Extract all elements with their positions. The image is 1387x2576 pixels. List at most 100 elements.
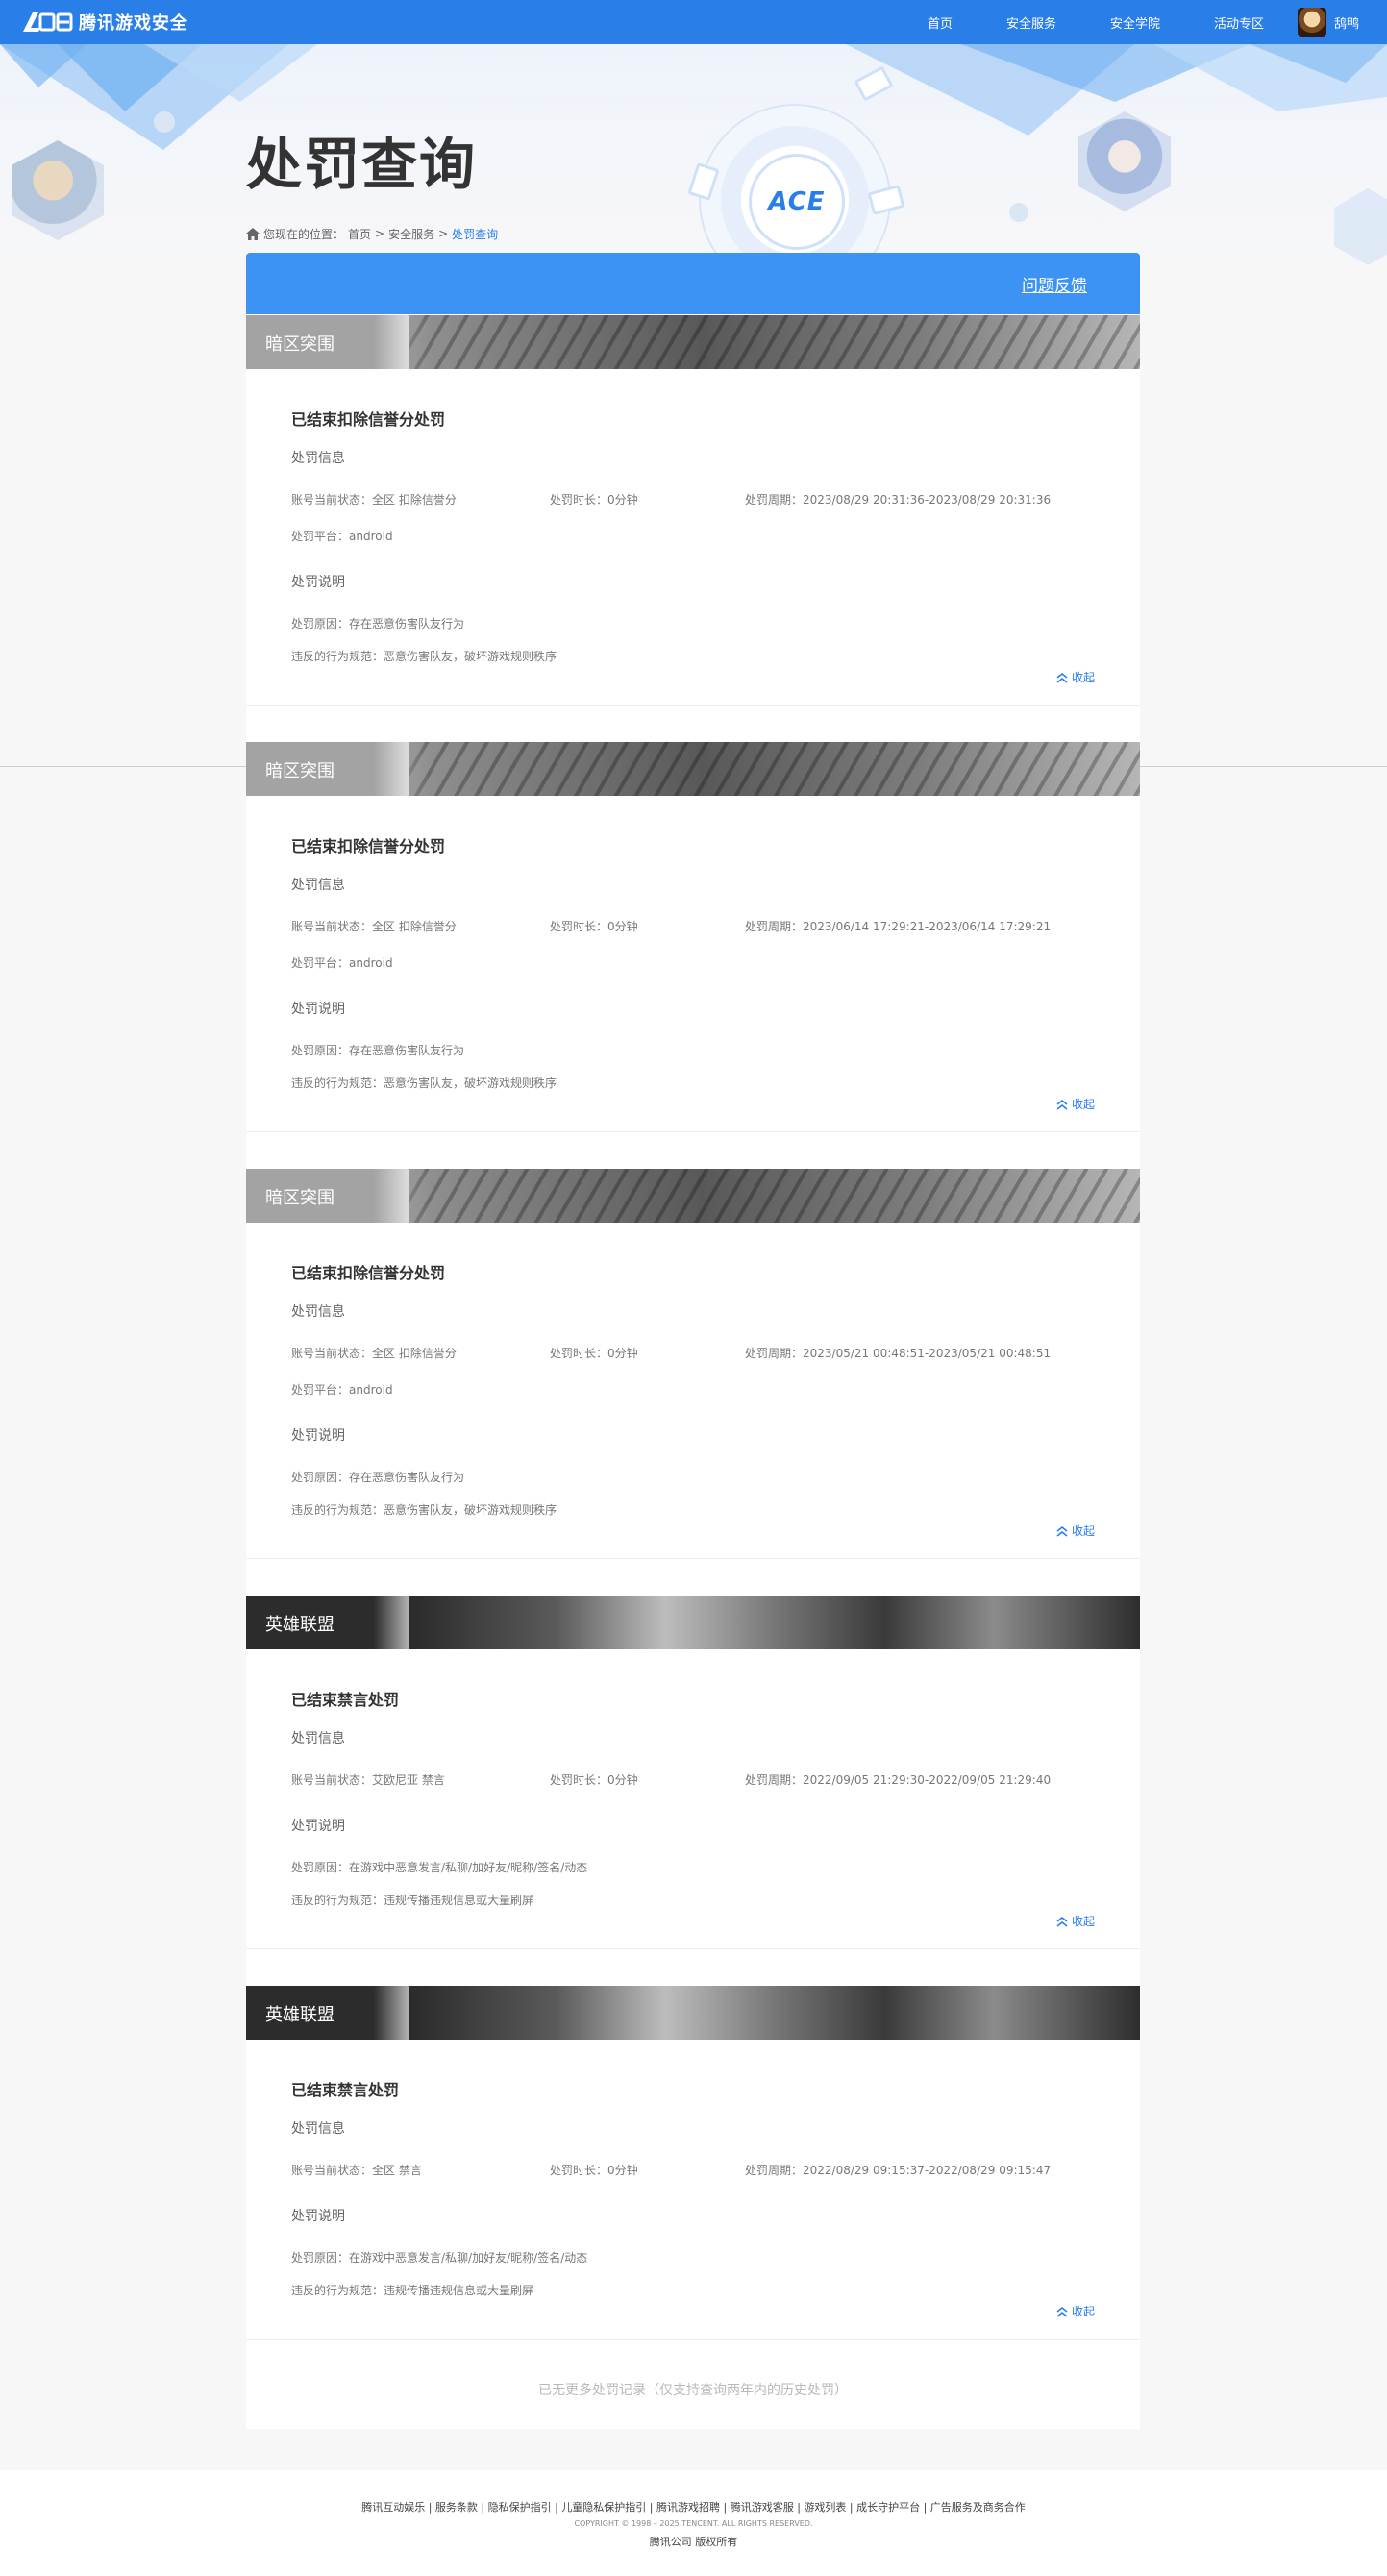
duration-label: 处罚时长： <box>550 1773 608 1787</box>
penalty-period: 处罚周期：2023/05/21 00:48:51-2023/05/21 00:4… <box>745 1345 1051 1361</box>
duration-label: 处罚时长： <box>550 1347 608 1360</box>
reason-value: 存在恶意伤害队友行为 <box>349 617 465 631</box>
collapse-button[interactable]: 收起 <box>1055 1096 1095 1112</box>
record-card: 英雄联盟 已结束禁言处罚 处罚信息 账号当前状态：艾欧尼亚 禁言 处罚时长：0分钟 处罚… <box>246 1596 1140 1949</box>
rule-label: 违反的行为规范： <box>291 650 384 663</box>
info-section-heading: 处罚信息 <box>291 2121 345 2137</box>
desc-section-heading: 处罚说明 <box>291 575 345 590</box>
collapse-button[interactable]: 收起 <box>1055 669 1095 685</box>
hero-background-shapes <box>0 44 1387 150</box>
reason-label: 处罚原因： <box>291 1471 350 1484</box>
rule-value: 违规传播违规信息或大量刷屏 <box>384 1894 534 1907</box>
period-value: 2022/09/05 21:29:30-2022/09/05 21:29:40 <box>803 1773 1052 1787</box>
breadcrumb-separator: > <box>375 227 385 240</box>
feedback-button[interactable]: 问题反馈 <box>1022 272 1087 296</box>
desc-section-heading: 处罚说明 <box>291 1428 345 1444</box>
platform-label: 处罚平台： <box>291 1383 350 1397</box>
collapse-button[interactable]: 收起 <box>1055 1523 1095 1539</box>
status-value: 全区 扣除信誉分 <box>372 493 457 507</box>
duration-label: 处罚时长： <box>550 920 608 933</box>
account-status: 账号当前状态：全区 扣除信誉分 <box>291 918 457 934</box>
info-section-heading: 处罚信息 <box>291 878 345 893</box>
nav-link-home[interactable]: 首页 <box>928 13 953 32</box>
chevron-up-double-icon <box>1055 1525 1069 1537</box>
reason-value: 在游戏中恶意发言/私聊/加好友/昵称/签名/动态 <box>349 2251 588 2265</box>
collapse-button[interactable]: 收起 <box>1055 2303 1095 2319</box>
status-value: 全区 禁言 <box>372 2164 422 2177</box>
rule-value: 恶意伤害队友，破坏游戏规则秩序 <box>384 1503 557 1517</box>
record-card: 暗区突围 已结束扣除信誉分处罚 处罚信息 账号当前状态：全区 扣除信誉分 处罚时长：0… <box>246 1169 1140 1559</box>
info-section-heading: 处罚信息 <box>291 451 345 466</box>
game-banner-image <box>409 1986 1140 2040</box>
breadcrumb-security-service[interactable]: 安全服务 <box>388 226 434 242</box>
desc-section-heading: 处罚说明 <box>291 2209 345 2224</box>
game-banner-image <box>409 742 1140 796</box>
status-label: 账号当前状态： <box>291 2164 373 2177</box>
penalty-duration: 处罚时长：0分钟 <box>550 491 638 508</box>
penalty-platform: 处罚平台：android <box>291 1381 393 1398</box>
penalty-title: 已结束禁言处罚 <box>291 1691 400 1709</box>
nav-link-security-service[interactable]: 安全服务 <box>1006 13 1056 32</box>
breadcrumb-home[interactable]: 首页 <box>348 226 371 242</box>
record-card: 暗区突围 已结束扣除信誉分处罚 处罚信息 账号当前状态：全区 扣除信誉分 处罚时长：0… <box>246 742 1140 1132</box>
collapse-button[interactable]: 收起 <box>1055 1913 1095 1929</box>
avatar <box>1298 8 1326 37</box>
period-value: 2023/06/14 17:29:21-2023/06/14 17:29:21 <box>803 920 1052 933</box>
breadcrumb-separator: > <box>438 227 449 240</box>
period-label: 处罚周期： <box>745 493 804 507</box>
record-card: 英雄联盟 已结束禁言处罚 处罚信息账号当前状态：全区 禁言 处罚时长：0分钟 处罚周期… <box>246 1986 1140 2340</box>
record-divider <box>246 2339 1140 2340</box>
nav-link-events[interactable]: 活动专区 <box>1214 13 1264 32</box>
ace-emblem-text: ACE <box>768 187 826 216</box>
game-name: 英雄联盟 <box>265 1615 334 1635</box>
platform-value: android <box>349 1383 393 1397</box>
violated-rule: 违反的行为规范：违规传播违规信息或大量刷屏 <box>291 2282 533 2298</box>
hero-banner: 处罚查询 ACE <box>0 44 1387 265</box>
rule-value: 恶意伤害队友，破坏游戏规则秩序 <box>384 1077 557 1090</box>
chevron-up-double-icon <box>1055 672 1069 683</box>
record-divider <box>246 1948 1140 1949</box>
desc-section-heading: 处罚说明 <box>291 1002 345 1017</box>
penalty-title: 已结束禁言处罚 <box>291 2081 400 2099</box>
chevron-up-double-icon <box>1055 1099 1069 1110</box>
footer-links[interactable]: 腾讯互动娱乐 | 服务条款 | 隐私保护指引 | 儿童隐私保护指引 | 腾讯游戏… <box>0 2499 1387 2514</box>
reason-value: 在游戏中恶意发言/私聊/加好友/昵称/签名/动态 <box>349 1861 588 1874</box>
game-name: 暗区突围 <box>265 761 334 781</box>
nav-link-security-academy[interactable]: 安全学院 <box>1110 13 1160 32</box>
breadcrumb: 您现在的位置： 首页 > 安全服务 > 处罚查询 <box>246 224 502 243</box>
reason-label: 处罚原因： <box>291 617 350 631</box>
penalty-title: 已结束扣除信誉分处罚 <box>291 1264 446 1282</box>
breadcrumb-prefix: 您现在的位置： <box>263 227 345 241</box>
penalty-duration: 处罚时长：0分钟 <box>550 2162 638 2178</box>
penalty-period: 处罚周期：2023/06/14 17:29:21-2023/06/14 17:2… <box>745 918 1051 934</box>
game-banner: 暗区突围 <box>246 315 1140 369</box>
period-label: 处罚周期： <box>745 1773 804 1787</box>
status-label: 账号当前状态： <box>291 1773 373 1787</box>
period-label: 处罚周期： <box>745 2164 804 2177</box>
duration-label: 处罚时长： <box>550 493 608 507</box>
penalty-platform: 处罚平台：android <box>291 954 393 971</box>
duration-value: 0分钟 <box>607 1347 638 1360</box>
platform-label: 处罚平台： <box>291 530 350 543</box>
footer: 腾讯互动娱乐 | 服务条款 | 隐私保护指引 | 儿童隐私保护指引 | 腾讯游戏… <box>0 2470 1387 2576</box>
game-banner: 英雄联盟 <box>246 1986 1140 2040</box>
account-status: 账号当前状态：艾欧尼亚 禁言 <box>291 1771 445 1788</box>
platform-value: android <box>349 530 393 543</box>
rule-value: 违规传播违规信息或大量刷屏 <box>384 2284 534 2297</box>
game-banner-image <box>409 1169 1140 1223</box>
record-divider <box>246 705 1140 706</box>
violated-rule: 违反的行为规范：恶意伤害队友，破坏游戏规则秩序 <box>291 1075 557 1091</box>
game-name: 英雄联盟 <box>265 2005 334 2025</box>
user-menu[interactable]: 鸹鸭 <box>1298 6 1359 38</box>
period-value: 2023/08/29 20:31:36-2023/08/29 20:31:36 <box>803 493 1052 507</box>
penalty-duration: 处罚时长：0分钟 <box>550 918 638 934</box>
platform-label: 处罚平台： <box>291 956 350 970</box>
penalty-title: 已结束扣除信誉分处罚 <box>291 410 446 429</box>
account-status: 账号当前状态：全区 扣除信誉分 <box>291 1345 457 1361</box>
violated-rule: 违反的行为规范：恶意伤害队友，破坏游戏规则秩序 <box>291 1501 557 1518</box>
breadcrumb-current: 处罚查询 <box>452 227 499 241</box>
record-divider <box>246 1558 1140 1559</box>
chevron-up-double-icon <box>1055 1916 1069 1927</box>
status-value: 全区 扣除信誉分 <box>372 920 457 933</box>
reason-label: 处罚原因： <box>291 2251 350 2265</box>
